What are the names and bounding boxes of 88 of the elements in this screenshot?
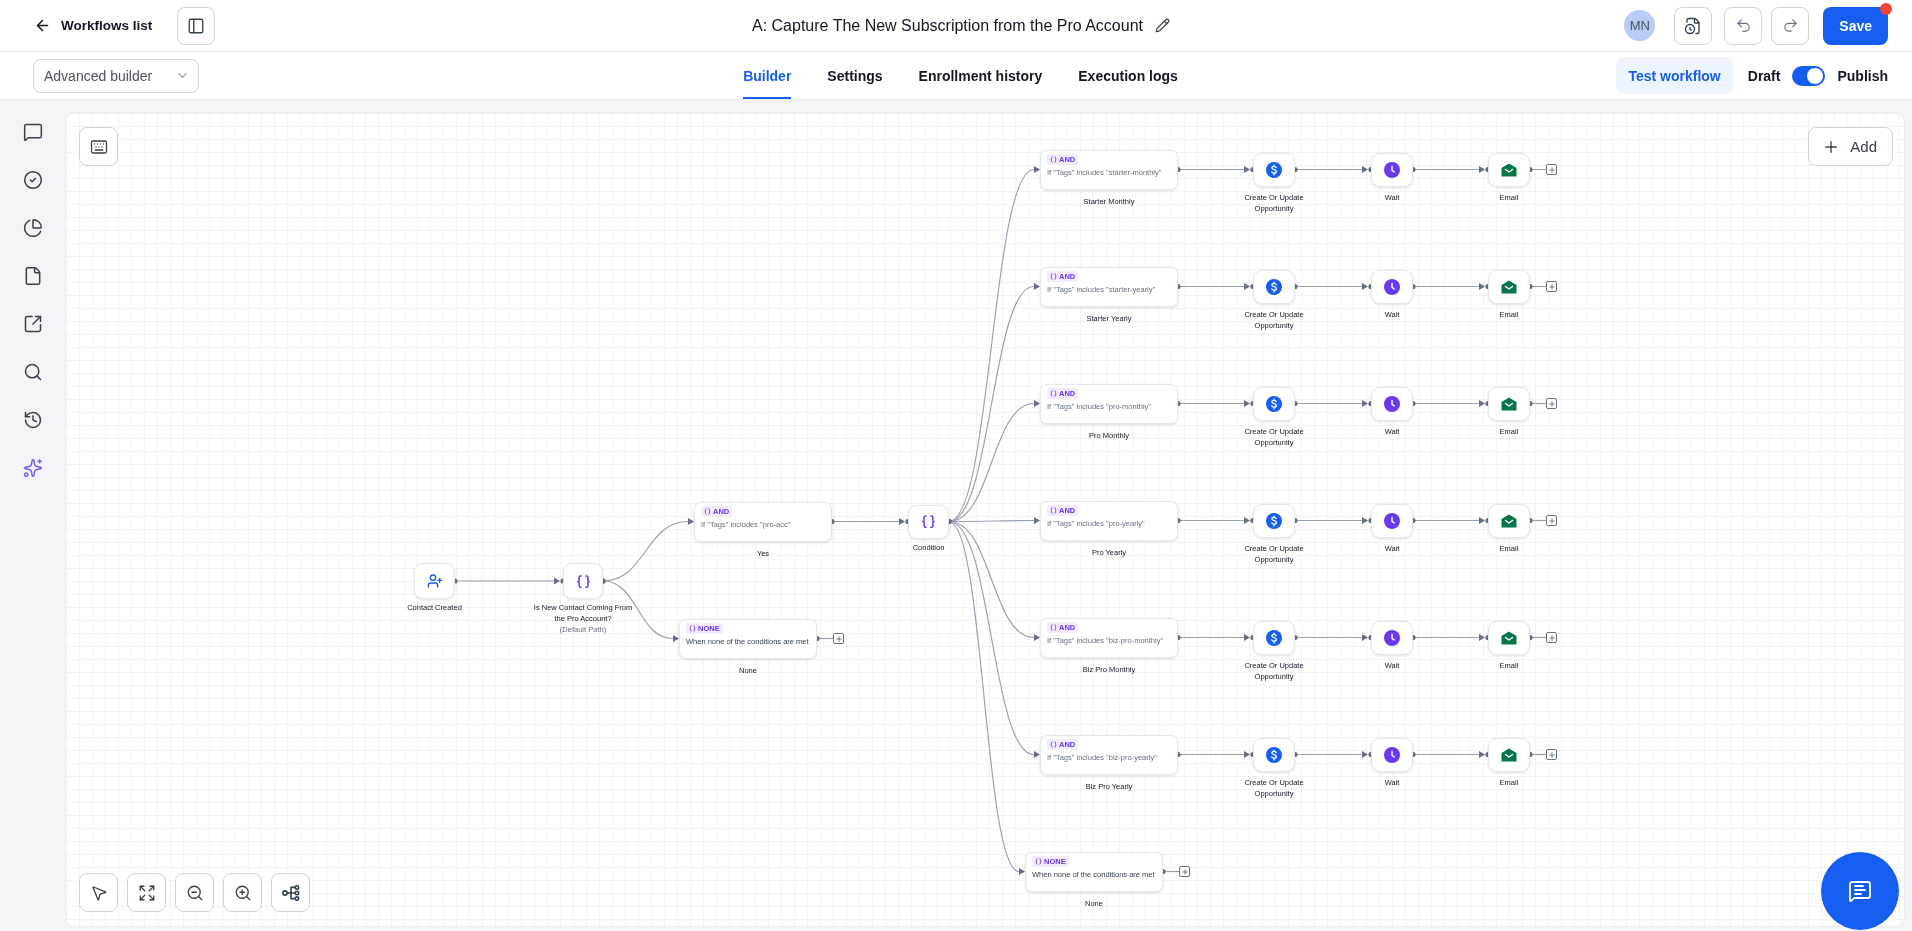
clock-icon xyxy=(1384,161,1400,178)
envelope-icon xyxy=(1501,747,1517,762)
add-step-button[interactable] xyxy=(1546,398,1557,409)
panel-toggle-button[interactable] xyxy=(177,6,216,45)
search-icon[interactable] xyxy=(22,362,43,382)
save-button[interactable]: Save xyxy=(1823,6,1888,45)
braces-icon xyxy=(1050,389,1057,397)
publish-switch[interactable] xyxy=(1792,65,1826,86)
expand-icon xyxy=(137,883,156,902)
plus-icon xyxy=(1547,750,1556,759)
builder-mode-select[interactable]: Advanced builder xyxy=(33,58,199,93)
zoom-out-icon xyxy=(185,883,204,902)
braces-icon xyxy=(921,514,936,529)
zoom-in-button[interactable] xyxy=(223,873,262,912)
add-step-button[interactable] xyxy=(1546,281,1557,292)
cursor-icon xyxy=(89,883,108,902)
pie-chart-icon[interactable] xyxy=(22,218,43,238)
dollar-icon xyxy=(1266,278,1282,295)
clock-icon xyxy=(1384,746,1400,763)
redo-icon xyxy=(1781,17,1799,34)
plus-icon xyxy=(1547,399,1556,408)
plus-icon xyxy=(1547,282,1556,291)
clock-icon xyxy=(1384,395,1400,412)
panel-left-icon xyxy=(187,16,206,35)
dollar-icon xyxy=(1266,395,1282,412)
document-button[interactable] xyxy=(1674,6,1713,45)
braces-icon xyxy=(1050,272,1057,280)
nav-tab[interactable]: Execution logs xyxy=(1078,52,1178,99)
braces-icon xyxy=(1050,740,1057,748)
user-plus-icon xyxy=(426,573,443,589)
clock-icon xyxy=(1384,278,1400,295)
envelope-icon xyxy=(1501,630,1517,645)
hierarchy-icon xyxy=(281,884,300,901)
add-step-button[interactable] xyxy=(1179,866,1190,877)
message-icon[interactable] xyxy=(22,122,43,142)
auto-layout-button[interactable] xyxy=(271,873,310,912)
add-step-button[interactable] xyxy=(1546,749,1557,760)
envelope-icon xyxy=(1501,162,1517,177)
test-workflow-button[interactable]: Test workflow xyxy=(1616,57,1733,94)
plus-icon xyxy=(1547,516,1556,525)
dollar-icon xyxy=(1266,161,1282,178)
dollar-icon xyxy=(1266,746,1282,763)
add-step-button[interactable] xyxy=(833,633,844,644)
user-avatar[interactable]: MN xyxy=(1624,10,1656,41)
nav-tab[interactable]: Builder xyxy=(743,52,792,99)
envelope-icon xyxy=(1501,513,1517,528)
braces-icon xyxy=(1035,857,1042,865)
braces-icon xyxy=(704,507,711,515)
clock-icon xyxy=(1384,629,1400,646)
fit-view-button[interactable] xyxy=(127,873,166,912)
keyboard-shortcuts-button[interactable] xyxy=(79,127,118,166)
message-icon xyxy=(1848,879,1872,903)
plus-icon xyxy=(1547,633,1556,642)
external-link-icon[interactable] xyxy=(22,314,43,334)
sparkles-icon[interactable] xyxy=(22,458,43,478)
file-clock-icon xyxy=(1684,16,1703,35)
zoom-in-icon xyxy=(233,883,252,902)
plus-icon xyxy=(1180,867,1189,876)
add-button[interactable]: Add xyxy=(1808,127,1893,166)
add-step-button[interactable] xyxy=(1546,632,1557,643)
plus-icon xyxy=(1547,165,1556,174)
select-tool-button[interactable] xyxy=(79,873,118,912)
envelope-icon xyxy=(1501,279,1517,294)
plus-icon xyxy=(834,634,843,643)
braces-icon xyxy=(1050,506,1057,514)
keyboard-icon xyxy=(89,137,108,156)
undo-icon xyxy=(1734,17,1752,34)
history-icon[interactable] xyxy=(22,410,43,430)
envelope-icon xyxy=(1501,396,1517,411)
braces-icon xyxy=(575,573,591,589)
nav-tab[interactable]: Enrollment history xyxy=(918,52,1043,99)
dollar-icon xyxy=(1266,512,1282,529)
check-circle-icon[interactable] xyxy=(22,170,43,190)
pencil-icon[interactable] xyxy=(1155,18,1170,33)
draft-label: Draft xyxy=(1747,67,1781,84)
workflow-title: A: Capture The New Subscription from the Pro Account xyxy=(752,16,1143,35)
add-step-button[interactable] xyxy=(1546,515,1557,526)
back-link[interactable]: Workflows list xyxy=(34,17,153,34)
zoom-out-button[interactable] xyxy=(175,873,214,912)
braces-icon xyxy=(1050,623,1057,631)
publish-label: Publish xyxy=(1837,67,1888,84)
notification-dot-icon xyxy=(1880,2,1892,15)
braces-icon xyxy=(1050,155,1057,163)
dollar-icon xyxy=(1266,629,1282,646)
braces-icon xyxy=(689,624,696,632)
clock-icon xyxy=(1384,512,1400,529)
add-step-button[interactable] xyxy=(1546,164,1557,175)
nav-tab[interactable]: Settings xyxy=(827,52,883,99)
